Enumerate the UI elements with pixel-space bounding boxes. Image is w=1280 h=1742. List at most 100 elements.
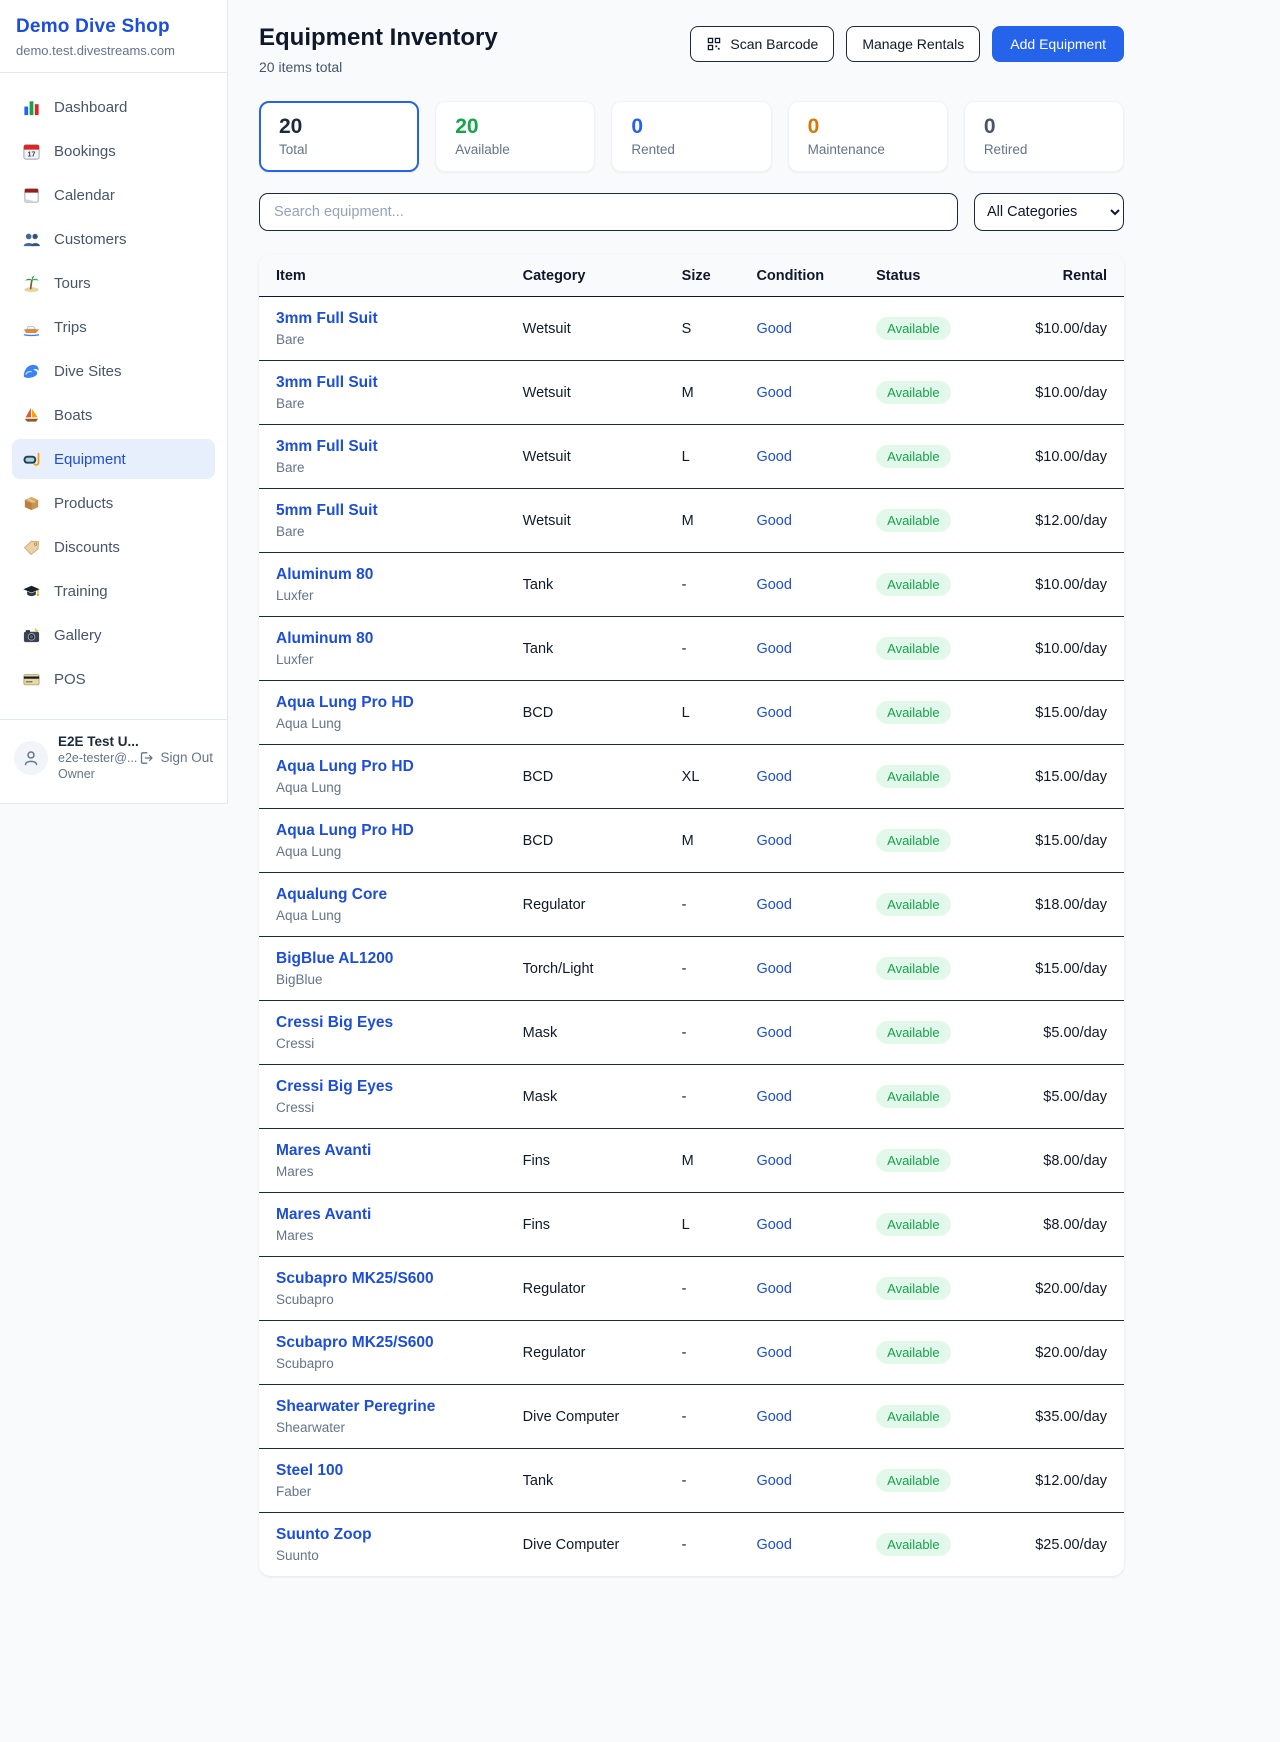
item-brand: Scubapro: [276, 1292, 515, 1307]
condition-link[interactable]: Good: [756, 1217, 791, 1233]
condition-link[interactable]: Good: [756, 897, 791, 913]
stat-card[interactable]: 20 Available: [435, 101, 595, 172]
item-size: -: [682, 1257, 757, 1321]
item-name-link[interactable]: Steel 100: [276, 1462, 343, 1480]
condition-link[interactable]: Good: [756, 321, 791, 337]
category-filter[interactable]: All Categories: [974, 193, 1124, 231]
item-category: Mask: [523, 1065, 682, 1129]
stat-card[interactable]: 0 Rented: [611, 101, 771, 172]
rental-price: $15.00/day: [1035, 833, 1107, 849]
rental-price: $10.00/day: [1035, 641, 1107, 657]
item-name-link[interactable]: Mares Avanti: [276, 1206, 371, 1224]
sign-out-icon: [138, 750, 154, 766]
stat-card[interactable]: 20 Total: [259, 101, 419, 172]
item-name-link[interactable]: Scubapro MK25/S600: [276, 1270, 434, 1288]
scan-barcode-button[interactable]: Scan Barcode: [690, 26, 834, 62]
sidebar-item[interactable]: Calendar: [12, 175, 215, 215]
sidebar-item[interactable]: Dive Sites: [12, 351, 215, 391]
sidebar-item-label: Training: [54, 583, 108, 600]
item-size: -: [682, 1449, 757, 1513]
sidebar-item[interactable]: Tours: [12, 263, 215, 303]
condition-link[interactable]: Good: [756, 641, 791, 657]
stat-card[interactable]: 0 Maintenance: [788, 101, 948, 172]
rental-price: $10.00/day: [1035, 321, 1107, 337]
brand-subdomain: demo.test.divestreams.com: [16, 43, 211, 58]
rental-price: $35.00/day: [1035, 1409, 1107, 1425]
add-equipment-button[interactable]: Add Equipment: [992, 26, 1124, 62]
sidebar-item[interactable]: Bookings: [12, 131, 215, 171]
sidebar-item[interactable]: Training: [12, 571, 215, 611]
item-brand: Mares: [276, 1228, 515, 1243]
item-name-link[interactable]: Aluminum 80: [276, 630, 373, 648]
item-category: Wetsuit: [523, 489, 682, 553]
item-name-link[interactable]: Aqualung Core: [276, 886, 387, 904]
item-name-link[interactable]: Shearwater Peregrine: [276, 1398, 435, 1416]
condition-link[interactable]: Good: [756, 1153, 791, 1169]
item-name-link[interactable]: Aqua Lung Pro HD: [276, 758, 414, 776]
condition-link[interactable]: Good: [756, 961, 791, 977]
condition-link[interactable]: Good: [756, 833, 791, 849]
item-category: Wetsuit: [523, 425, 682, 489]
condition-link[interactable]: Good: [756, 1345, 791, 1361]
item-category: Tank: [523, 1449, 682, 1513]
sidebar-item[interactable]: Products: [12, 483, 215, 523]
item-name-link[interactable]: 3mm Full Suit: [276, 438, 378, 456]
sidebar-item[interactable]: Equipment: [12, 439, 215, 479]
condition-link[interactable]: Good: [756, 1537, 791, 1553]
item-name-link[interactable]: Cressi Big Eyes: [276, 1078, 393, 1096]
table-row: Cressi Big Eyes Cressi Mask - Good Avail…: [259, 1001, 1124, 1065]
sidebar-item[interactable]: Discounts: [12, 527, 215, 567]
item-name-link[interactable]: 3mm Full Suit: [276, 310, 378, 328]
rental-price: $12.00/day: [1035, 513, 1107, 529]
item-name-link[interactable]: Aqua Lung Pro HD: [276, 694, 414, 712]
sidebar-item-label: Customers: [54, 231, 127, 248]
item-name-link[interactable]: Suunto Zoop: [276, 1526, 372, 1544]
stat-value: 0: [808, 115, 928, 139]
sidebar-item-label: Gallery: [54, 627, 102, 644]
stat-card[interactable]: 0 Retired: [964, 101, 1124, 172]
dive-sites-icon: [22, 362, 41, 381]
sidebar-item[interactable]: Boats: [12, 395, 215, 435]
item-size: -: [682, 553, 757, 617]
sidebar-item-label: Dive Sites: [54, 363, 122, 380]
sign-out-button[interactable]: Sign Out: [138, 750, 213, 766]
manage-rentals-button[interactable]: Manage Rentals: [846, 26, 980, 62]
stats-row: 20 Total 20 Available 0 Rented 0 Mainten…: [259, 101, 1124, 172]
condition-link[interactable]: Good: [756, 513, 791, 529]
calendar-icon: [22, 186, 41, 205]
item-name-link[interactable]: Scubapro MK25/S600: [276, 1334, 434, 1352]
item-category: BCD: [523, 745, 682, 809]
sidebar-item[interactable]: Dashboard: [12, 87, 215, 127]
item-category: Fins: [523, 1129, 682, 1193]
condition-link[interactable]: Good: [756, 1473, 791, 1489]
sidebar-item[interactable]: POS: [12, 659, 215, 699]
item-name-link[interactable]: Aluminum 80: [276, 566, 373, 584]
item-name-link[interactable]: 3mm Full Suit: [276, 374, 378, 392]
sidebar-item[interactable]: Trips: [12, 307, 215, 347]
sidebar-item[interactable]: Customers: [12, 219, 215, 259]
item-name-link[interactable]: BigBlue AL1200: [276, 950, 393, 968]
table-row: Aluminum 80 Luxfer Tank - Good Available: [259, 617, 1124, 681]
condition-link[interactable]: Good: [756, 769, 791, 785]
item-category: Wetsuit: [523, 361, 682, 425]
condition-link[interactable]: Good: [756, 1409, 791, 1425]
sidebar-item-label: Products: [54, 495, 113, 512]
condition-link[interactable]: Good: [756, 1089, 791, 1105]
search-input[interactable]: [259, 193, 958, 231]
condition-link[interactable]: Good: [756, 1281, 791, 1297]
condition-link[interactable]: Good: [756, 385, 791, 401]
condition-link[interactable]: Good: [756, 577, 791, 593]
item-category: Regulator: [523, 1257, 682, 1321]
column-header-condition: Condition: [756, 254, 876, 297]
item-name-link[interactable]: 5mm Full Suit: [276, 502, 378, 520]
condition-link[interactable]: Good: [756, 705, 791, 721]
table-row: 3mm Full Suit Bare Wetsuit M Good Availa…: [259, 361, 1124, 425]
item-name-link[interactable]: Aqua Lung Pro HD: [276, 822, 414, 840]
item-brand: Scubapro: [276, 1356, 515, 1371]
item-name-link[interactable]: Mares Avanti: [276, 1142, 371, 1160]
condition-link[interactable]: Good: [756, 449, 791, 465]
status-badge: Available: [876, 765, 951, 788]
sidebar-item[interactable]: Gallery: [12, 615, 215, 655]
item-name-link[interactable]: Cressi Big Eyes: [276, 1014, 393, 1032]
condition-link[interactable]: Good: [756, 1025, 791, 1041]
